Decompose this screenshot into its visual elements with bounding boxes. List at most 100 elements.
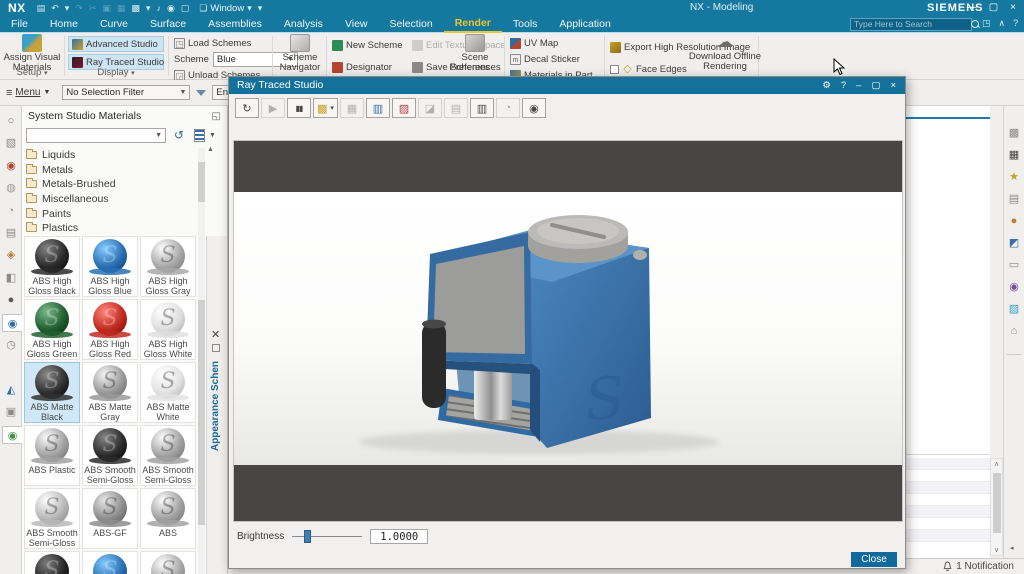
notification-status[interactable]: 1 Notification [943,561,1014,572]
search-input[interactable] [851,19,968,29]
selection-priority-icon[interactable]: ◭ [2,381,20,399]
menu-tab-analysis[interactable]: Analysis [273,16,334,32]
swatch-scrollbar[interactable] [198,236,205,574]
history-icon[interactable]: ● [2,291,20,309]
window-menu[interactable]: ❏ Window ▾ ▾ [196,0,265,16]
render-agent-button[interactable]: ◉ [522,98,546,118]
command-search[interactable] [850,18,972,31]
folder-scrollbar[interactable] [198,148,205,236]
system-materials-icon[interactable]: ◉ [2,314,22,332]
visual-materials-icon[interactable]: ◉ [2,426,22,444]
material-swatch[interactable]: SABS High Gloss Blue [82,236,138,297]
material-swatch[interactable]: SABS High Gloss Red [82,299,138,360]
process-history-icon[interactable]: ◷ [2,336,20,354]
dialog-options-button[interactable]: ⚙ [817,77,836,94]
material-swatch[interactable]: SABS [140,488,196,549]
display-options-button[interactable]: ▥ [366,98,390,118]
material-swatch[interactable]: SABS High Gloss Gray [140,236,196,297]
material-swatch[interactable]: SABS Plastic [24,425,80,486]
chevron-down-icon[interactable]: ▾ [143,0,154,16]
collapse-left-icon[interactable]: ◂ [1010,544,1014,552]
material-swatch[interactable]: SABS Matte White [140,362,196,423]
help-icon[interactable]: ? [1009,16,1022,31]
material-preview-icon[interactable]: ● [1006,213,1022,229]
material-swatch[interactable]: SABS High Gloss Black [24,236,80,297]
web-browser-icon[interactable]: ◧ [2,269,20,287]
toolbar-overflow-icon[interactable]: ▾ [255,0,266,16]
scroll-up-icon[interactable]: ▲ [207,146,214,153]
true-shading-icon[interactable]: ▦ [1006,147,1022,163]
chevron-down-icon[interactable]: ▼ [209,132,216,139]
save-image-as-button[interactable]: ▥ [470,98,494,118]
constraint-navigator-icon[interactable]: ◍ [2,179,20,197]
save-scheme-icon[interactable]: ▤ [1006,191,1022,207]
scroll-up-icon[interactable]: ∧ [991,460,1002,468]
scene-preferences-icon[interactable]: ▩ [1006,125,1022,141]
dialog-close-button[interactable]: Close [851,552,897,567]
download-offline-rendering-button[interactable]: ☁ Download Offline Rendering [686,34,764,72]
refresh-icon[interactable]: ↺ [174,128,184,142]
color-schemes-icon[interactable]: ◉ [1006,279,1022,295]
menu-tab-tools[interactable]: Tools [502,16,549,32]
face-edges-toggle[interactable]: ◇ Face Edges [610,62,687,76]
assembly-navigator-icon[interactable]: ◉ [2,157,20,175]
selection-filter-combobox[interactable]: No Selection Filter ▼ [62,85,190,100]
material-swatch[interactable]: SABS Smooth Semi-Gloss [82,425,138,486]
material-swatch[interactable]: SABS Matte Gray [82,362,138,423]
material-folder-plastics[interactable]: Plastics [24,221,196,236]
color-manager-icon[interactable] [2,358,20,376]
minimize-ribbon-icon[interactable]: ∧ [995,16,1010,31]
render-canvas[interactable]: S [234,192,902,465]
brightness-slider[interactable] [292,530,362,543]
slider-thumb[interactable] [304,530,311,543]
menu-tab-selection[interactable]: Selection [379,16,444,32]
face-edges-checkbox[interactable] [610,65,619,74]
role-navigator-icon[interactable]: ○ [2,112,20,130]
image-passes-button[interactable]: ▨ [392,98,416,118]
multiple-windows-icon[interactable]: ▢ [178,0,193,16]
dialog-title-bar[interactable]: Ray Traced Studio ⚙?–▢× [229,77,905,94]
favorites-icon[interactable]: ★ [1006,169,1022,185]
scene-preferences-button[interactable]: Scene Preferences [448,34,502,73]
chevron-down-icon[interactable]: ▾ [330,104,334,112]
material-folder-metals-brushed[interactable]: Metals-Brushed [24,177,196,192]
material-folder-paints[interactable]: Paints [24,206,196,221]
material-swatch[interactable]: SABS High Gloss White [140,299,196,360]
touch-mode-icon[interactable]: ◉ [164,0,178,16]
voice-command-icon[interactable]: ♪ [153,0,164,16]
decal-sticker-button[interactable]: m Decal Sticker [510,52,580,66]
dialog-close-button[interactable]: × [885,77,901,94]
material-search-combobox[interactable]: ▼ [26,128,166,143]
capture-image-icon[interactable]: ▩ [128,0,143,16]
menu-button[interactable]: ≡ Menu ▼ [0,87,56,99]
material-swatch[interactable]: S [140,551,196,574]
menu-tab-render[interactable]: Render [444,15,502,33]
restart-render-button[interactable]: ↻ [235,98,259,118]
filter-icon[interactable] [196,90,206,96]
pause-render-button[interactable]: ▮▮ [287,98,311,118]
parts-in-session-icon[interactable]: ▤ [2,224,20,242]
display-group-label[interactable]: Display ▾ [66,67,166,78]
reuse-library-icon[interactable]: ◈ [2,246,20,264]
background-scrollbar[interactable]: ∧ ∨ [990,458,1003,556]
menu-tab-assemblies[interactable]: Assemblies [197,16,273,32]
menu-tab-view[interactable]: View [334,16,379,32]
render-viewport[interactable]: S [233,140,903,522]
material-folder-liquids[interactable]: Liquids [24,148,196,163]
part-navigator-icon[interactable]: ▧ [2,134,20,152]
material-swatch[interactable]: SABS Smooth Semi-Gloss [140,425,196,486]
chevron-down-icon[interactable]: ▾ [62,0,73,16]
designator-icon[interactable]: ◩ [1006,235,1022,251]
scheme-navigator-button[interactable]: Scheme Navigator [276,34,324,73]
studio-home-icon[interactable]: ⌂ [1006,323,1022,339]
close-button[interactable]: × [1004,0,1022,16]
material-swatch[interactable]: SABS-GF [82,488,138,549]
new-scheme-button[interactable]: New Scheme [332,38,403,52]
menu-tab-surface[interactable]: Surface [139,16,197,32]
material-swatch[interactable]: SABS Matte Black [24,362,80,423]
material-swatch[interactable]: S [24,551,80,574]
undock-panel-icon[interactable]: ◱ [212,111,221,122]
restore-button[interactable]: ▢ [983,0,1004,16]
menu-tab-application[interactable]: Application [548,16,621,32]
material-swatch[interactable]: SABS High Gloss Green [24,299,80,360]
